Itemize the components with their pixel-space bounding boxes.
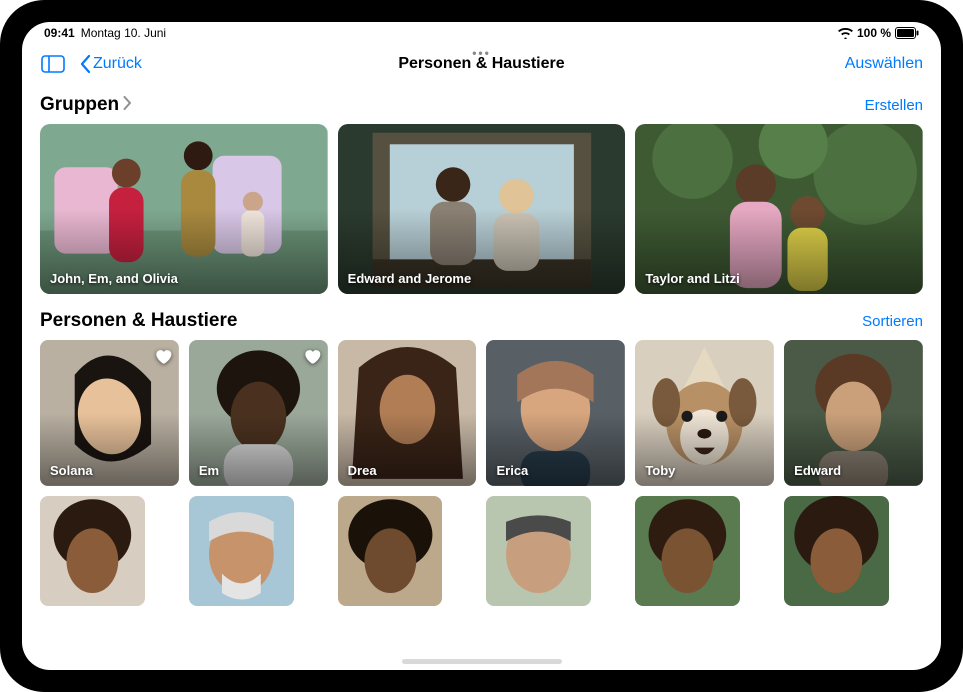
- chevron-left-icon: [80, 55, 91, 73]
- groups-title: Gruppen: [40, 94, 119, 116]
- person-card[interactable]: Edward: [784, 340, 923, 486]
- person-card[interactable]: Toby: [635, 340, 774, 486]
- person-photo: [784, 496, 889, 606]
- person-label: Solana: [50, 463, 93, 478]
- status-right: 100 %: [838, 26, 919, 40]
- heart-icon: [302, 346, 322, 366]
- person-photo: [189, 496, 294, 606]
- person-photo: [40, 496, 145, 606]
- person-photo: [338, 496, 443, 606]
- person-label: Toby: [645, 463, 675, 478]
- sort-button[interactable]: Sortieren: [862, 313, 923, 330]
- person-photo: [486, 496, 591, 606]
- group-label: Taylor and Litzi: [645, 271, 739, 286]
- person-card[interactable]: Em: [189, 340, 328, 486]
- page-title: Personen & Haustiere: [398, 55, 564, 73]
- home-indicator[interactable]: [402, 659, 562, 664]
- group-label: John, Em, and Olivia: [50, 271, 178, 286]
- chevron-right-icon: [123, 94, 132, 116]
- people-grid: Solana Em: [40, 340, 923, 606]
- sidebar-toggle-icon[interactable]: [40, 54, 66, 74]
- select-button[interactable]: Auswählen: [845, 55, 923, 73]
- groups-header[interactable]: Gruppen: [40, 94, 132, 116]
- person-card[interactable]: Solana: [40, 340, 179, 486]
- person-card[interactable]: Erica: [486, 340, 625, 486]
- content-scroll[interactable]: Gruppen Erstellen: [22, 84, 941, 670]
- person-label: Erica: [496, 463, 528, 478]
- group-card[interactable]: Taylor and Litzi: [635, 124, 923, 294]
- person-card[interactable]: [40, 496, 145, 606]
- group-card[interactable]: John, Em, and Olivia: [40, 124, 328, 294]
- person-card[interactable]: [635, 496, 740, 606]
- person-label: Edward: [794, 463, 841, 478]
- device-frame: 09:41 Montag 10. Juni ••• 100 %: [0, 0, 963, 692]
- person-card[interactable]: [486, 496, 591, 606]
- person-label: Drea: [348, 463, 377, 478]
- back-label: Zurück: [93, 55, 142, 73]
- heart-icon: [153, 346, 173, 366]
- person-photo: [635, 496, 740, 606]
- person-card[interactable]: [338, 496, 443, 606]
- person-label: Em: [199, 463, 219, 478]
- battery-text: 100 %: [857, 26, 891, 40]
- wifi-icon: [838, 28, 853, 39]
- status-time: 09:41: [44, 26, 75, 40]
- screen: 09:41 Montag 10. Juni ••• 100 %: [22, 22, 941, 670]
- create-group-button[interactable]: Erstellen: [865, 97, 923, 114]
- groups-section: Gruppen Erstellen: [40, 94, 923, 294]
- groups-row: John, Em, and Olivia: [40, 124, 923, 294]
- back-button[interactable]: Zurück: [80, 55, 142, 73]
- status-bar: 09:41 Montag 10. Juni ••• 100 %: [22, 22, 941, 44]
- person-card[interactable]: [189, 496, 294, 606]
- battery-icon: [895, 27, 919, 39]
- group-card[interactable]: Edward and Jerome: [338, 124, 626, 294]
- group-label: Edward and Jerome: [348, 271, 472, 286]
- person-card[interactable]: Drea: [338, 340, 477, 486]
- people-section: Personen & Haustiere Sortieren: [40, 310, 923, 606]
- status-left: 09:41 Montag 10. Juni: [44, 26, 166, 40]
- person-card[interactable]: [784, 496, 889, 606]
- people-title: Personen & Haustiere: [40, 310, 237, 332]
- status-date: Montag 10. Juni: [81, 26, 166, 40]
- nav-bar: Zurück Personen & Haustiere Auswählen: [22, 44, 941, 84]
